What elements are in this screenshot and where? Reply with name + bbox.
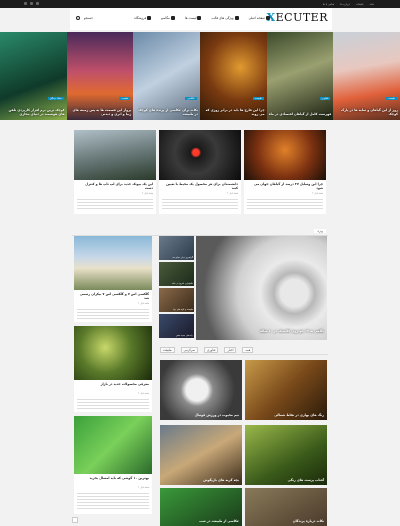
- category-badge[interactable]: فناوری: [319, 97, 331, 100]
- facebook-icon[interactable]: [24, 2, 27, 5]
- post-image[interactable]: [159, 130, 241, 180]
- slide-caption[interactable]: روز از این گیاهان و سایه ها در پارک کوچک: [335, 108, 398, 116]
- category-badge[interactable]: طبیعت: [119, 97, 131, 100]
- cart-icon: [147, 16, 152, 20]
- post-date: ۲ هفته قبل: [312, 192, 323, 195]
- nav-item-features[interactable]: ویژگی های قالب: [211, 16, 239, 20]
- slide[interactable]: طبیعت پرواز این قسمت ها به پس زمینه های ز…: [66, 32, 134, 120]
- slide-caption[interactable]: نکات برای عکاسی از پرنده های کوچک در طبی…: [135, 108, 198, 116]
- home-icon: [266, 16, 270, 20]
- slide[interactable]: طبیعت چرا این قارچ ها باید در برابر روزی …: [199, 32, 267, 120]
- post-image[interactable]: [74, 236, 152, 290]
- post-image[interactable]: [244, 130, 326, 180]
- tab-news[interactable]: اخبار: [224, 346, 237, 353]
- post-date: ۲ هفته قبل: [227, 192, 238, 195]
- post-card[interactable]: گلکسی اس ۷ و گلکسی اس ۷ بیکران رسمی شد ۲…: [74, 236, 152, 322]
- slide[interactable]: فناوری فهرست کامل از گیاهان اقتصادی در ما…: [266, 32, 334, 120]
- post-card[interactable]: چرا این وسایل ۳۷ درصد از گیاهان جهان می …: [244, 130, 326, 214]
- post-title[interactable]: چرا این وسایل ۳۷ درصد از گیاهان جهان می …: [247, 182, 323, 190]
- list-item[interactable]: طبیعت و کوه های زیبا: [159, 288, 194, 312]
- section-title: ویژه: [314, 229, 326, 233]
- social-icons: [24, 2, 39, 5]
- grid-item[interactable]: رنگ های بهاری در نقاط شمالی: [245, 360, 327, 420]
- category-badge[interactable]: طبیعت: [386, 97, 397, 100]
- post-card[interactable]: بهترین ۱۰ گوشی که باید امسال بخرید ۲ هفت…: [74, 416, 152, 514]
- post-excerpt: [77, 197, 153, 211]
- slide[interactable]: طبیعت روز از این گیاهان و سایه ها در پارک…: [333, 32, 400, 120]
- slide-caption[interactable]: چرا این قارچ ها باید در برابر روزی که می…: [202, 108, 265, 116]
- post-excerpt: [77, 397, 149, 410]
- grid-icon: [170, 16, 175, 20]
- grid-item[interactable]: عکاسی از طبیعت در شب: [160, 488, 242, 526]
- tab-nature[interactable]: طبیعت: [160, 346, 175, 353]
- category-badge[interactable]: عکاسی: [185, 97, 197, 100]
- post-title[interactable]: گلکسی اس ۷ و گلکسی اس ۷ بیکران رسمی شد: [77, 292, 149, 300]
- nav-item-megamenu[interactable]: مگامنو: [161, 16, 175, 20]
- post-date: ۲ هفته قبل: [138, 392, 149, 395]
- post-title[interactable]: نگاهی به ۱۷ خودروی کلاسیک در ۱۰ ساله: [199, 329, 324, 333]
- post-date: ۲ هفته قبل: [142, 192, 153, 195]
- site-logo[interactable]: XECUTER: [267, 11, 328, 24]
- star-icon: [234, 16, 239, 20]
- slide-caption[interactable]: کوچک ترین نرم افزار کاربردی تلفن های هوش…: [2, 108, 65, 116]
- post-title[interactable]: معرفی محصولات جدید در بازار: [77, 382, 149, 386]
- nav-item-lists[interactable]: لیست ها: [185, 16, 202, 20]
- rss-icon[interactable]: [36, 2, 39, 5]
- search-label[interactable]: جستجو: [84, 16, 93, 20]
- grid-item[interactable]: بچه گربه های بازیگوش: [160, 425, 242, 485]
- load-more-button[interactable]: [72, 517, 78, 523]
- post-card[interactable]: معرفی محصولات جدید در بازار ۲ هفته قبل: [74, 326, 152, 412]
- grid-item[interactable]: تیم محبوب در ورزش فوتبال: [160, 360, 242, 420]
- post-date: ۲ هفته قبل: [313, 335, 324, 338]
- category-tabs: همه اخبار فناوری سرگرمی طبیعت: [160, 345, 328, 355]
- slide-caption[interactable]: پرواز این قسمت ها به پس زمینه های زیبا و…: [69, 108, 132, 116]
- post-image[interactable]: [74, 326, 152, 380]
- feature-post[interactable]: نگاهی به ۱۷ خودروی کلاسیک در ۱۰ ساله ۲ ه…: [196, 236, 327, 340]
- post-date: ۲ هفته قبل: [138, 302, 149, 305]
- search-icon[interactable]: [76, 16, 80, 20]
- list-item[interactable]: تکنولوژی امروز در خانه: [159, 262, 194, 286]
- twitter-icon[interactable]: [30, 2, 33, 5]
- post-title[interactable]: بهترین ۱۰ گوشی که باید امسال بخرید: [77, 476, 149, 480]
- post-excerpt: [77, 307, 149, 320]
- slide-caption[interactable]: فهرست کامل از گیاهان اقتصادی در ماه: [269, 112, 332, 116]
- site-header: XECUTER صفحه اصلی ویژگی های قالب لیست ها…: [70, 8, 332, 30]
- side-list: گرانترین زنان دنیای مد تکنولوژی امروز در…: [159, 236, 194, 340]
- main-nav: صفحه اصلی ویژگی های قالب لیست ها مگامنو …: [134, 16, 270, 20]
- top-bar: تماس با ما درباره ما تبلیغات خانه: [0, 0, 400, 8]
- post-excerpt: [77, 491, 149, 511]
- slide[interactable]: عکاسی نکات برای عکاسی از پرنده های کوچک د…: [133, 32, 200, 120]
- list-item[interactable]: گرانترین زنان دنیای مد: [159, 236, 194, 260]
- post-image[interactable]: [74, 130, 156, 180]
- top-link[interactable]: تماس با ما: [323, 3, 335, 6]
- post-image[interactable]: [74, 416, 152, 474]
- post-title[interactable]: دانشمندان برای هر محصول یک محیط با تعیین…: [162, 182, 238, 190]
- post-card[interactable]: این یک بیوتک جدید برای لپ تاپ ها و کنترل…: [74, 130, 156, 214]
- list-icon: [197, 16, 202, 20]
- top-link[interactable]: درباره ما: [340, 3, 350, 6]
- post-title[interactable]: این یک بیوتک جدید برای لپ تاپ ها و کنترل…: [77, 182, 153, 190]
- nav-item-shop[interactable]: فروشگاه: [134, 16, 152, 20]
- top-link[interactable]: خانه: [369, 3, 374, 6]
- slide[interactable]: سبک زندگی کوچک ترین نرم افزار کاربردی تلف…: [0, 32, 67, 120]
- tab-fun[interactable]: سرگرمی: [180, 346, 198, 353]
- category-badge[interactable]: سبک زندگی: [47, 97, 64, 100]
- nav-item-home[interactable]: صفحه اصلی: [249, 16, 270, 20]
- post-date: ۲ هفته قبل: [138, 486, 149, 489]
- section-header: ویژه: [72, 228, 328, 236]
- tab-tech[interactable]: فناوری: [203, 346, 219, 353]
- category-badge[interactable]: طبیعت: [252, 97, 264, 100]
- post-image[interactable]: [196, 236, 327, 340]
- grid-item[interactable]: آفتاب پرست های رنگی: [245, 425, 327, 485]
- list-item[interactable]: راه های جدید سفر: [159, 314, 194, 338]
- post-excerpt: [162, 197, 238, 211]
- post-excerpt: [247, 197, 323, 211]
- grid-item[interactable]: نکات درباره پرندگان: [245, 488, 327, 526]
- hero-slider: سبک زندگی کوچک ترین نرم افزار کاربردی تلف…: [0, 32, 400, 120]
- post-card[interactable]: دانشمندان برای هر محصول یک محیط با تعیین…: [159, 130, 241, 214]
- tab-all[interactable]: همه: [242, 346, 254, 353]
- top-link[interactable]: تبلیغات: [356, 3, 364, 6]
